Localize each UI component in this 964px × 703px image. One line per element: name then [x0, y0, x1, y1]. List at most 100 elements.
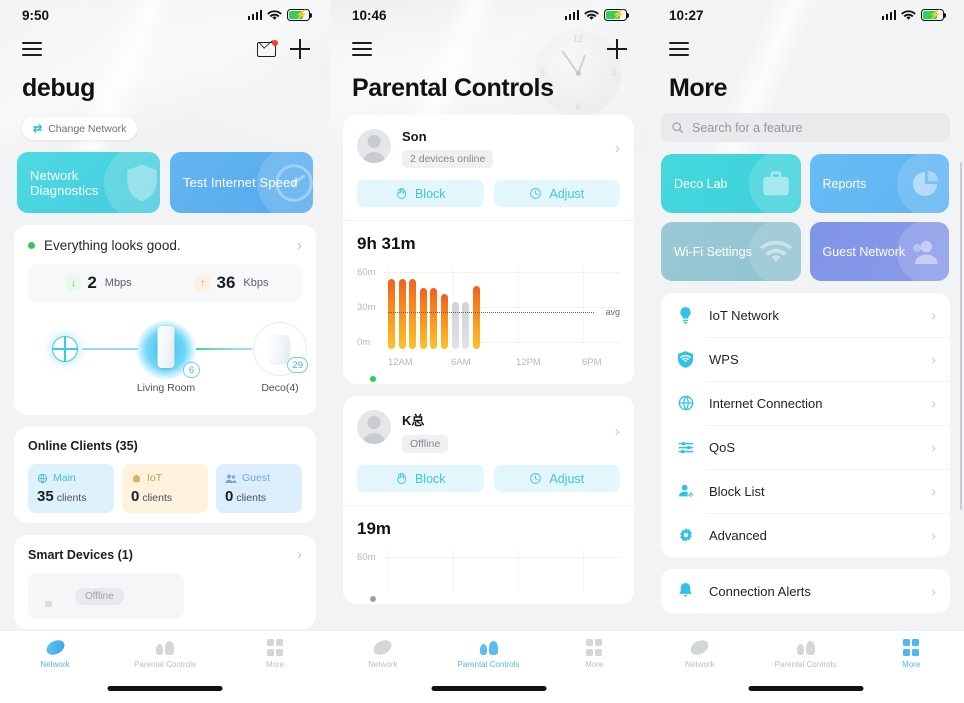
more-screen: 10:27 ⚡ More Search for a feature Deco L… — [647, 0, 964, 703]
client-cell-name: IoT — [147, 472, 163, 484]
page-title: Parental Controls — [352, 74, 554, 102]
tab-bar: Network Parental Controls More — [647, 630, 964, 703]
tab-network[interactable]: Network — [647, 637, 753, 669]
home-icon — [132, 473, 141, 482]
gear-icon — [675, 527, 696, 543]
chevron-right-icon: › — [931, 583, 936, 599]
list-item-qos[interactable]: QoS › — [661, 425, 950, 469]
wifi-icon — [267, 9, 282, 20]
wifi-icon — [759, 240, 792, 262]
client-cell-guest[interactable]: Guest 0 clients — [216, 464, 302, 513]
list-item-wps[interactable]: WPS › — [661, 337, 950, 381]
plus-icon[interactable] — [290, 39, 310, 59]
client-cell-iot[interactable]: IoT 0 clients — [122, 464, 208, 513]
hand-icon — [397, 187, 406, 199]
mail-icon[interactable] — [257, 39, 278, 57]
profile-name: Son — [402, 129, 427, 144]
bar-2AM — [409, 279, 417, 349]
profile-header[interactable]: K总 Offline › — [357, 410, 620, 603]
grid-icon — [902, 639, 920, 656]
tab-network[interactable]: Network — [330, 637, 436, 669]
adjust-label: Adjust — [549, 471, 585, 486]
network-diagnostics-tile[interactable]: Network Diagnostics — [17, 152, 160, 213]
clock-adjust-icon — [530, 473, 542, 484]
average-line — [388, 312, 594, 313]
list-item-advanced[interactable]: Advanced › — [661, 513, 950, 557]
client-cell-count: 0 — [225, 488, 234, 505]
y-tick-30m: 30m — [357, 302, 376, 313]
block-label: Block — [414, 186, 446, 201]
test-internet-speed-tile[interactable]: Test Internet Speed — [170, 152, 313, 213]
list-item-block-list[interactable]: Block List › — [661, 469, 950, 513]
avatar — [357, 129, 391, 163]
tab-network[interactable]: Network — [0, 637, 110, 669]
tab-parental-controls[interactable]: Parental Controls — [436, 639, 542, 669]
chevron-right-icon[interactable]: › — [297, 547, 302, 562]
people-icon — [796, 639, 815, 656]
list-item-label: QoS — [709, 439, 736, 455]
guest-network-tile[interactable]: Guest Network — [809, 222, 949, 281]
block-button[interactable]: Block — [357, 180, 484, 207]
tile-label: Guest Network — [822, 244, 906, 259]
smart-devices-card[interactable]: Smart Devices (1) › Offline — [14, 535, 316, 629]
hamburger-icon[interactable] — [22, 42, 42, 56]
profile-header[interactable]: Son 2 devices online › — [357, 129, 620, 383]
status-bar: 10:27 ⚡ — [647, 0, 964, 30]
main-deco-node[interactable]: 6 — [136, 320, 200, 380]
change-network-chip[interactable]: ⇄ Change Network — [22, 117, 138, 140]
tab-parental-controls[interactable]: Parental Controls — [110, 639, 220, 669]
vline-6pm — [583, 551, 584, 591]
tab-more[interactable]: More — [541, 639, 647, 669]
link-line-internet — [82, 348, 138, 350]
profile-info: Son 2 devices online — [402, 129, 494, 168]
profile-actions: Block Adjust — [357, 180, 620, 207]
smart-devices-head: Smart Devices (1) › — [28, 547, 302, 562]
adjust-button[interactable]: Adjust — [493, 465, 620, 492]
tab-more[interactable]: More — [858, 639, 964, 669]
sub-deco-node[interactable]: 29 — [253, 322, 308, 376]
profile-info: K总 Offline — [402, 410, 449, 453]
chevron-right-icon[interactable]: › — [615, 140, 620, 157]
list-item-iot-network[interactable]: IoT Network › — [661, 293, 950, 337]
sub-node-badge: 29 — [287, 357, 308, 373]
plus-icon[interactable] — [607, 39, 627, 59]
y-tick-0m: 0m — [357, 337, 371, 348]
home-indicator — [107, 686, 223, 691]
hamburger-icon[interactable] — [352, 42, 372, 56]
vline-12am — [388, 551, 389, 591]
tab-parental-controls[interactable]: Parental Controls — [753, 639, 859, 669]
smart-device-item[interactable]: Offline — [28, 573, 185, 619]
tab-more[interactable]: More — [220, 639, 330, 669]
hamburger-icon[interactable] — [669, 42, 689, 56]
bulb-icon — [40, 585, 57, 608]
speed-summary: ↓ 2 Mbps ↑ 36 Kbps — [28, 264, 302, 302]
chevron-right-icon[interactable]: › — [615, 423, 620, 440]
chevron-right-icon[interactable]: › — [297, 238, 302, 253]
client-cell-name: Main — [53, 472, 76, 484]
reports-tile[interactable]: Reports — [809, 154, 949, 213]
list-item-internet-connection[interactable]: Internet Connection › — [661, 381, 950, 425]
wifi-settings-tile[interactable]: Wi-Fi Settings — [661, 222, 801, 281]
adjust-button[interactable]: Adjust — [493, 180, 620, 207]
list-item-label: Connection Alerts — [709, 583, 811, 599]
network-icon — [371, 637, 395, 658]
search-icon — [672, 122, 683, 133]
bar-12AM — [388, 279, 395, 349]
deco-lab-tile[interactable]: Deco Lab — [661, 154, 801, 213]
block-button[interactable]: Block — [357, 465, 484, 492]
status-headline: Everything looks good. — [44, 238, 181, 253]
tab-label: Parental Controls — [457, 660, 520, 669]
client-cell-main[interactable]: Main 35 clients — [28, 464, 114, 513]
tab-label: Network — [40, 660, 70, 669]
vline-12pm — [518, 551, 519, 591]
tab-label: Network — [685, 660, 715, 669]
scrollbar[interactable] — [959, 162, 962, 510]
x-tick-3: 6PM — [582, 357, 602, 368]
feature-list-group-2: Connection Alerts › — [661, 569, 950, 613]
network-icon — [688, 637, 712, 658]
list-item-connection-alerts[interactable]: Connection Alerts › — [661, 569, 950, 613]
search-input[interactable]: Search for a feature — [661, 113, 950, 142]
network-status-card[interactable]: Everything looks good. › ↓ 2 Mbps ↑ 36 K… — [14, 225, 316, 415]
tile-label: Wi-Fi Settings — [674, 244, 752, 259]
tab-bar: Network Parental Controls More — [0, 630, 330, 703]
